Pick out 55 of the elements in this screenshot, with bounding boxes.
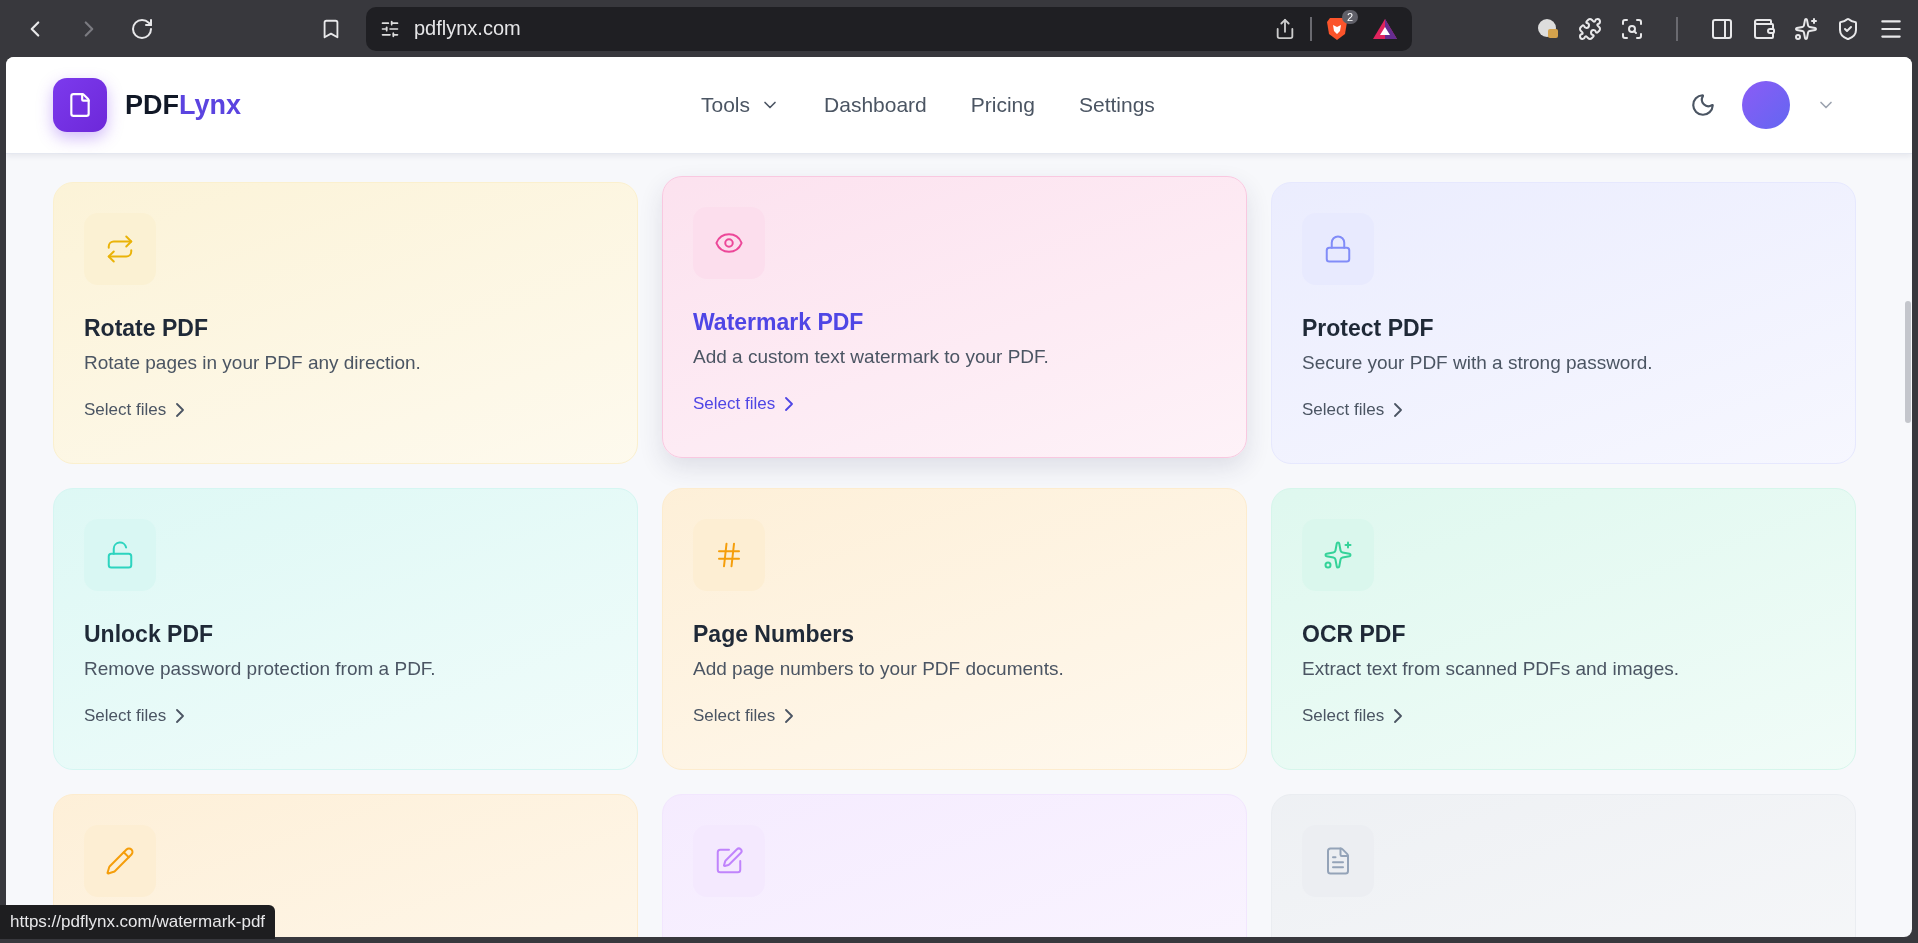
card-title: Protect PDF (1302, 315, 1435, 342)
select-files-link[interactable]: Select files (1302, 706, 1403, 726)
brand-name[interactable]: PDFLynx (125, 89, 241, 121)
scan-search-icon[interactable] (1620, 16, 1644, 41)
select-files-link[interactable]: Select files (693, 706, 794, 726)
status-url: https://pdflynx.com/watermark-pdf (0, 905, 276, 939)
moon-icon[interactable] (1690, 92, 1716, 118)
card-title: OCR PDF (1302, 621, 1407, 648)
card-title: Unlock PDF (84, 621, 215, 648)
card-description: Add page numbers to your PDF documents. (693, 658, 1065, 680)
card-title: Watermark PDF (693, 309, 865, 336)
select-files-link[interactable]: Select files (84, 706, 185, 726)
chevron-icon (785, 709, 794, 723)
sparkles-icon[interactable] (1794, 16, 1818, 41)
sidebar-panel-icon[interactable] (1710, 16, 1734, 41)
reload-icon (130, 16, 154, 41)
address-bar[interactable]: pdflynx.com 2 (366, 6, 1412, 51)
card-description: Add a custom text watermark to your PDF. (693, 346, 1050, 368)
tool-card[interactable]: Protect PDF Secure your PDF with a strong password. Select files (1271, 182, 1856, 464)
card-description: Secure your PDF with a strong password. (1302, 352, 1654, 374)
chevron-icon (785, 397, 794, 411)
tool-card[interactable]: Watermark PDF Add a custom text watermark to your PDF. Select files (662, 176, 1247, 458)
select-files-link[interactable]: Select files (1302, 400, 1403, 420)
nav-link[interactable]: Tools (701, 93, 781, 117)
scrollbar-thumb[interactable] (1905, 301, 1911, 423)
shield-icon[interactable] (1836, 16, 1860, 41)
card-description: Remove password protection from a PDF. (84, 658, 437, 680)
chevron-icon (1394, 403, 1403, 417)
select-files-link[interactable]: Select files (84, 400, 185, 420)
chevron-icon (176, 403, 185, 417)
nav-link[interactable]: Pricing (970, 93, 1035, 117)
chevron-icon (176, 709, 185, 723)
wallet-icon[interactable] (1752, 16, 1776, 41)
card-description: Rotate pages in your PDF any direction. (84, 352, 422, 374)
nav-link[interactable]: Settings (1079, 93, 1155, 117)
shields-count-badge: 2 (1341, 9, 1358, 24)
url-text: pdflynx.com (414, 17, 522, 40)
avatar[interactable] (1742, 81, 1790, 129)
logo-icon[interactable] (53, 78, 107, 132)
lock-globe-icon[interactable] (1536, 16, 1560, 41)
card-title: Rotate PDF (84, 315, 209, 342)
lion-shield-icon[interactable] (1326, 15, 1348, 42)
share-icon[interactable] (1274, 17, 1296, 40)
nav-link[interactable]: Dashboard (824, 93, 927, 117)
extensions-icon[interactable] (1578, 16, 1602, 41)
select-files-link[interactable]: Select files (693, 394, 794, 414)
card-description: Extract text from scanned PDFs and images. (1302, 658, 1680, 680)
card-title: Page Numbers (693, 621, 856, 648)
site-settings-icon[interactable] (380, 18, 400, 39)
tool-card[interactable]: Rotate PDF Rotate pages in your PDF any direction. Select files (53, 182, 638, 464)
tool-card[interactable]: Page Numbers Add page numbers to your PDF documents. Select files (662, 488, 1247, 770)
tool-card[interactable]: Unlock PDF Remove password protection from a PDF. Select files (53, 488, 638, 770)
triangle-logo-icon[interactable] (1372, 17, 1398, 40)
tool-card[interactable]: OCR PDF Extract text from scanned PDFs and images. Select files (1271, 488, 1856, 770)
chevron-icon (1394, 709, 1403, 723)
